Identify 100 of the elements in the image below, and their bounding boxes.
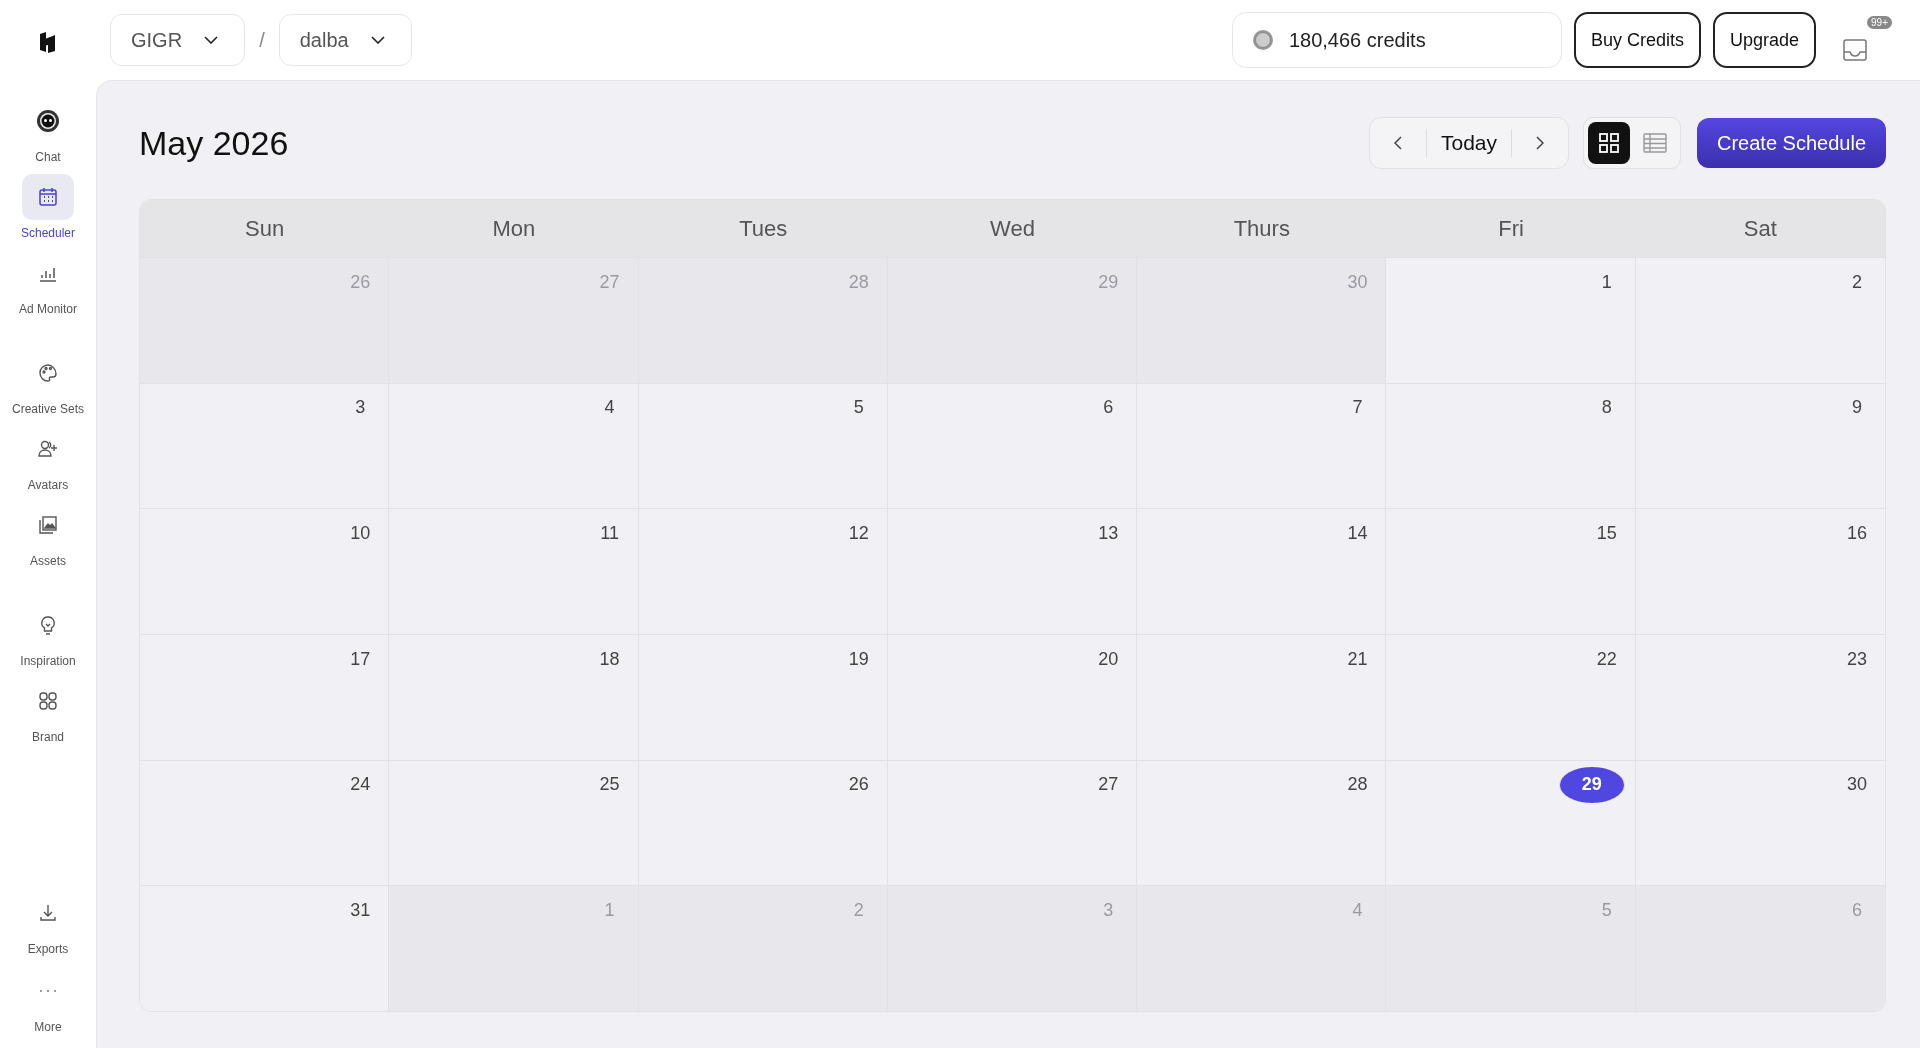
day-number: 1: [603, 898, 616, 922]
day-number: 13: [1097, 521, 1120, 545]
create-schedule-button[interactable]: Create Schedule: [1697, 118, 1886, 168]
sidebar-item[interactable]: Scheduler: [7, 172, 89, 242]
sidebar-item[interactable]: Avatars: [7, 424, 89, 494]
day-cell[interactable]: 29: [1386, 759, 1636, 886]
day-cell[interactable]: 7: [1137, 382, 1387, 509]
day-cell[interactable]: 8: [1386, 382, 1636, 509]
day-cell[interactable]: 27: [887, 759, 1138, 886]
day-number: 31: [349, 898, 372, 922]
day-cell[interactable]: 3: [140, 382, 390, 509]
sidebar-item[interactable]: Inspiration: [7, 600, 89, 670]
day-cell[interactable]: 28: [1137, 759, 1387, 886]
day-number: 23: [1846, 647, 1868, 671]
day-number: 8: [1600, 396, 1613, 420]
sidebar-item[interactable]: More: [7, 966, 89, 1036]
month-title: May 2026: [139, 123, 289, 163]
more-icon: [37, 988, 59, 994]
day-number: 27: [1097, 773, 1120, 797]
day-number: 12: [847, 521, 870, 545]
palette-icon: [37, 362, 59, 384]
day-cell[interactable]: 19: [638, 634, 888, 760]
day-number: 4: [1351, 898, 1364, 922]
day-cell[interactable]: 26: [638, 759, 888, 886]
sidebar-item[interactable]: Exports: [7, 888, 89, 958]
day-number: 6: [1851, 898, 1863, 922]
day-number: 14: [1346, 521, 1369, 545]
day-number: 21: [1346, 647, 1369, 671]
day-cell[interactable]: 15: [1386, 508, 1636, 634]
today-marker: 29: [1558, 766, 1625, 803]
day-number: 2: [852, 898, 865, 922]
header-button[interactable]: Upgrade: [1712, 12, 1816, 68]
day-cell[interactable]: 6: [887, 382, 1138, 509]
day-number: 3: [1102, 898, 1115, 922]
day-cell[interactable]: 10: [140, 508, 390, 634]
calendar-icon: [37, 186, 59, 208]
breadcrumb-separator: /: [259, 28, 265, 52]
day-number: 20: [1097, 647, 1120, 671]
images-icon: [37, 514, 59, 536]
weekday-header: Sat: [1742, 214, 1778, 243]
day-number: 28: [1346, 773, 1369, 797]
day-cell[interactable]: 22: [1386, 634, 1636, 760]
chevron-down-icon: [370, 36, 385, 44]
day-cell[interactable]: 12: [638, 508, 888, 634]
download-icon: [37, 902, 59, 924]
day-number: 11: [599, 521, 620, 545]
day-cell[interactable]: 31: [140, 885, 390, 1011]
logo-icon: [38, 30, 58, 54]
day-number: 30: [1346, 270, 1369, 294]
day-number: 27: [598, 270, 621, 294]
today-button[interactable]: Today: [1425, 129, 1512, 157]
header-button[interactable]: Buy Credits: [1573, 12, 1701, 68]
day-cell[interactable]: 17: [140, 634, 390, 760]
day-number: 10: [349, 521, 372, 545]
day-cell[interactable]: 5: [638, 382, 888, 509]
day-number: 18: [598, 647, 621, 671]
day-number: 30: [1846, 773, 1868, 797]
day-number: 5: [1600, 898, 1613, 922]
sidebar-item[interactable]: Assets: [7, 500, 89, 570]
notification-badge: 99+: [1867, 16, 1892, 29]
day-number: 2: [1851, 270, 1863, 294]
credits-text: 180,466 credits: [1288, 28, 1426, 52]
day-number: 3: [354, 396, 367, 420]
day-cell[interactable]: 21: [1137, 634, 1387, 760]
sidebar-item[interactable]: Chat: [7, 96, 89, 166]
sidebar-item[interactable]: Ad Monitor: [7, 248, 89, 318]
day-cell[interactable]: 18: [389, 634, 639, 760]
day-cell[interactable]: 4: [389, 382, 639, 509]
day-number: 22: [1595, 647, 1618, 671]
day-number: 16: [1846, 521, 1868, 545]
day-cell[interactable]: 24: [140, 759, 390, 886]
day-cell[interactable]: 13: [887, 508, 1138, 634]
workspace-dropdown[interactable]: GIGR: [110, 14, 246, 66]
day-cell[interactable]: 20: [887, 634, 1138, 760]
sidebar-item[interactable]: Brand: [7, 676, 89, 746]
day-number: 29: [1097, 270, 1120, 294]
day-number: 28: [847, 270, 870, 294]
inbox-icon: [1842, 36, 1868, 62]
weekday-header: Mon: [491, 214, 537, 243]
project-dropdown[interactable]: dalba: [278, 14, 412, 66]
day-number: 19: [847, 647, 870, 671]
day-number: 24: [349, 773, 372, 797]
chevron-down-icon: [204, 36, 219, 44]
day-number: 25: [598, 773, 621, 797]
grid-view-button[interactable]: [1588, 122, 1630, 164]
day-cell[interactable]: 14: [1137, 508, 1387, 634]
day-number: 6: [1102, 396, 1115, 420]
weekday-header: Thurs: [1232, 214, 1291, 243]
day-cell[interactable]: 1: [1386, 257, 1636, 383]
day-number: 15: [1595, 521, 1618, 545]
weekday-header: Wed: [989, 214, 1036, 243]
day-number: 1: [1600, 270, 1613, 294]
day-cell[interactable]: 25: [389, 759, 639, 886]
robot-icon: [36, 109, 60, 133]
add-user-icon: [37, 438, 59, 460]
weekday-header: Fri: [1497, 214, 1525, 243]
sidebar-item[interactable]: Creative Sets: [7, 348, 89, 418]
inbox-button[interactable]: 99+: [1840, 16, 1892, 64]
day-number: 26: [847, 773, 870, 797]
day-cell[interactable]: 11: [389, 508, 639, 634]
